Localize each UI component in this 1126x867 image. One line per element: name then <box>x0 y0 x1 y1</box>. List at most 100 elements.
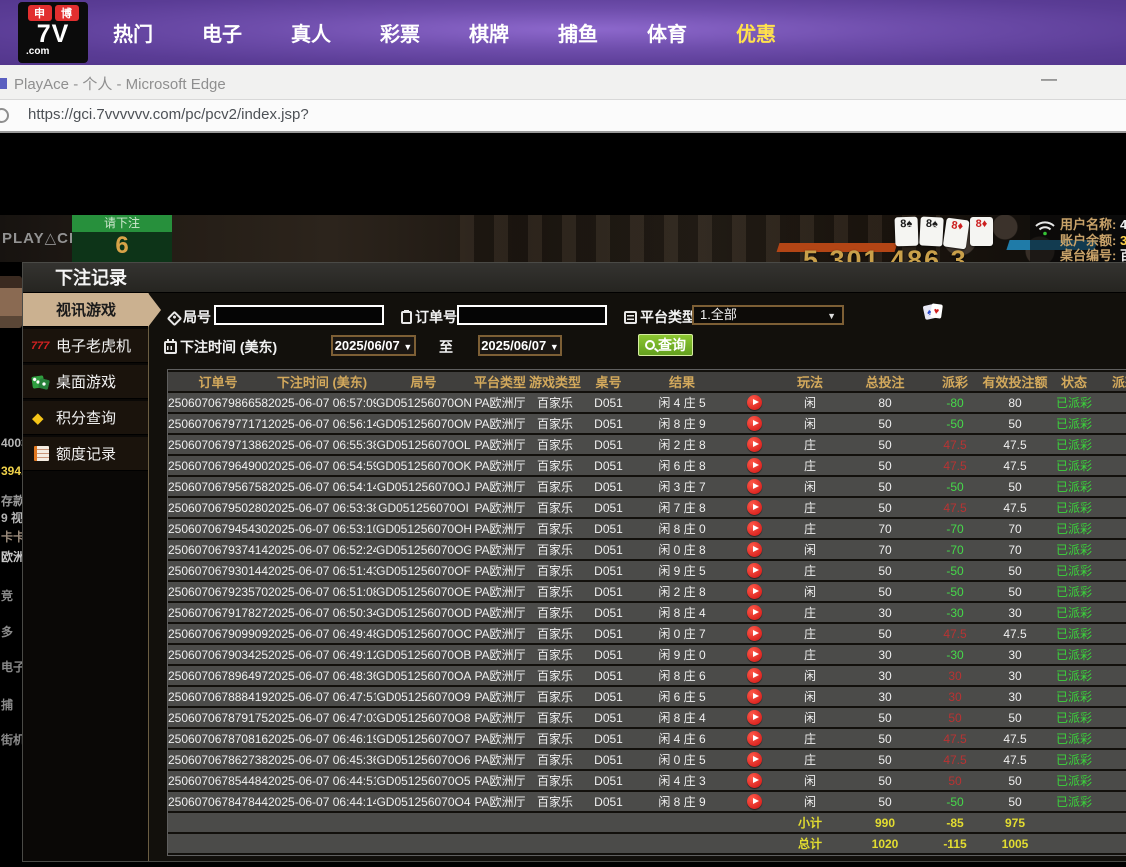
play-icon[interactable] <box>747 479 762 494</box>
cell-order: 250607067950280 <box>168 498 268 517</box>
sidebar-item-icon <box>31 445 51 463</box>
play-icon[interactable] <box>747 458 762 473</box>
table-row: 250607067945430 2025-06-07 06:53:10 GD05… <box>168 519 1126 538</box>
wifi-icon <box>1034 219 1056 237</box>
cell-round: GD051256070OK <box>376 456 471 475</box>
nav-menu-item[interactable]: 彩票 <box>370 18 430 47</box>
nav-menu-item[interactable]: 捕鱼 <box>548 18 608 47</box>
minimize-button[interactable]: — <box>1034 71 1064 89</box>
cell-payout-time <box>1098 603 1126 622</box>
round-input[interactable] <box>214 305 384 325</box>
cell-result: 闲 8 庄 9 <box>636 792 728 811</box>
sidebar-item-label: 视讯游戏 <box>56 299 116 320</box>
play-icon[interactable] <box>747 773 762 788</box>
cell-valid-bet: 50 <box>980 708 1050 727</box>
cell-replay <box>728 477 780 496</box>
cell-valid-bet: 47.5 <box>980 435 1050 454</box>
sidebar-item[interactable]: 积分查询 <box>23 401 148 435</box>
cell-payout: 47.5 <box>930 435 980 454</box>
order-input[interactable] <box>457 305 607 325</box>
cell-replay <box>728 645 780 664</box>
site-info-icon[interactable] <box>0 108 9 123</box>
play-icon[interactable] <box>747 647 762 662</box>
cell-valid-bet: 50 <box>980 582 1050 601</box>
cell-valid-bet: 30 <box>980 666 1050 685</box>
site-logo[interactable]: 申 博 7V .com <box>18 2 88 63</box>
cell-game-type: 百家乐 <box>529 666 581 685</box>
sidebar-item[interactable]: 桌面游戏 <box>23 365 148 399</box>
edge-fragment: 多 <box>1 623 13 640</box>
play-icon[interactable] <box>747 500 762 515</box>
play-icon[interactable] <box>747 752 762 767</box>
cell-order: 250607067862738 <box>168 750 268 769</box>
bet-records-modal: 下注记录 视讯游戏 电子老虎机 桌面游戏 <box>22 262 1126 862</box>
cell-game-type: 百家乐 <box>529 498 581 517</box>
play-icon[interactable] <box>747 794 762 809</box>
cell-round: GD051256070OA <box>376 666 471 685</box>
play-icon[interactable] <box>747 563 762 578</box>
date-to-picker[interactable]: 2025/06/07 ▼ <box>478 335 562 356</box>
cell-platform: PA欧洲厅 <box>471 519 529 538</box>
cell-valid-bet: 47.5 <box>980 729 1050 748</box>
play-icon[interactable] <box>747 416 762 431</box>
user-info-value: 40 <box>1120 217 1126 232</box>
play-icon[interactable] <box>747 542 762 557</box>
cell-payout: -50 <box>930 582 980 601</box>
cell-bet-side: 庄 <box>780 435 840 454</box>
cell-round: GD051256070OL <box>376 435 471 454</box>
total-total: 1020 <box>840 834 930 853</box>
platform-select[interactable]: 1.全部▼ <box>692 305 844 325</box>
cell-bet-side: 庄 <box>780 729 840 748</box>
date-from-picker[interactable]: 2025/06/07 ▼ <box>331 335 416 356</box>
nav-menu-item[interactable]: 电子 <box>192 18 252 47</box>
cell-status: 已派彩 <box>1050 603 1098 622</box>
edge-fragment: 捕 <box>1 696 13 713</box>
play-icon[interactable] <box>747 584 762 599</box>
cell-status: 已派彩 <box>1050 561 1098 580</box>
play-icon[interactable] <box>747 521 762 536</box>
search-button[interactable]: 查询 <box>638 334 693 356</box>
play-icon[interactable] <box>747 710 762 725</box>
cell-game-type: 百家乐 <box>529 771 581 790</box>
cell-status: 已派彩 <box>1050 456 1098 475</box>
nav-menu-item[interactable]: 热门 <box>103 18 163 47</box>
cell-bet-time: 2025-06-07 06:46:19 <box>268 729 376 748</box>
cell-valid-bet: 80 <box>980 393 1050 412</box>
nav-menu-item[interactable]: 体育 <box>637 18 697 47</box>
sidebar-item-icon <box>31 409 51 427</box>
play-icon[interactable] <box>747 689 762 704</box>
sidebar-item[interactable]: 电子老虎机 <box>23 329 148 363</box>
cell-payout: -70 <box>930 519 980 538</box>
table-row: 250607067971386 2025-06-07 06:55:38 GD05… <box>168 435 1126 454</box>
cell-platform: PA欧洲厅 <box>471 750 529 769</box>
cell-total-bet: 50 <box>840 582 930 601</box>
cell-replay <box>728 414 780 433</box>
url-text[interactable]: https://gci.7vvvvvv.com/pc/pcv2/index.js… <box>28 106 309 123</box>
nav-menu-item[interactable]: 真人 <box>281 18 341 47</box>
column-header: 状态 <box>1050 372 1098 391</box>
play-icon[interactable] <box>747 605 762 620</box>
cell-valid-bet: 30 <box>980 687 1050 706</box>
cell-order: 250607067903425 <box>168 645 268 664</box>
play-icon[interactable] <box>747 437 762 452</box>
play-icon[interactable] <box>747 626 762 641</box>
play-icon[interactable] <box>747 731 762 746</box>
nav-menu-item[interactable]: 棋牌 <box>459 18 519 47</box>
play-icon[interactable] <box>747 668 762 683</box>
table-header-row: 订单号下注时间 (美东)局号平台类型游戏类型桌号结果玩法总投注派彩有效投注额状态… <box>168 372 1126 391</box>
nav-menu-item[interactable]: 优惠 <box>726 18 786 47</box>
play-icon[interactable] <box>747 395 762 410</box>
cell-valid-bet: 47.5 <box>980 456 1050 475</box>
cell-replay <box>728 729 780 748</box>
cell-round: GD051256070OF <box>376 561 471 580</box>
cell-platform: PA欧洲厅 <box>471 540 529 559</box>
nav-menu: 热门 电子 真人 彩票 棋牌 捕鱼 体育 优惠 <box>103 0 786 65</box>
url-bar[interactable]: https://gci.7vvvvvv.com/pc/pcv2/index.js… <box>0 100 1126 133</box>
sidebar-item-label: 桌面游戏 <box>56 371 116 392</box>
sidebar-item[interactable]: 视讯游戏 <box>23 293 148 327</box>
cell-bet-time: 2025-06-07 06:49:48 <box>268 624 376 643</box>
table-row: 250607067854484 2025-06-07 06:44:51 GD05… <box>168 771 1126 790</box>
sidebar-item[interactable]: 额度记录 <box>23 437 148 471</box>
cell-table-no: D051 <box>581 750 636 769</box>
cell-bet-side: 闲 <box>780 687 840 706</box>
